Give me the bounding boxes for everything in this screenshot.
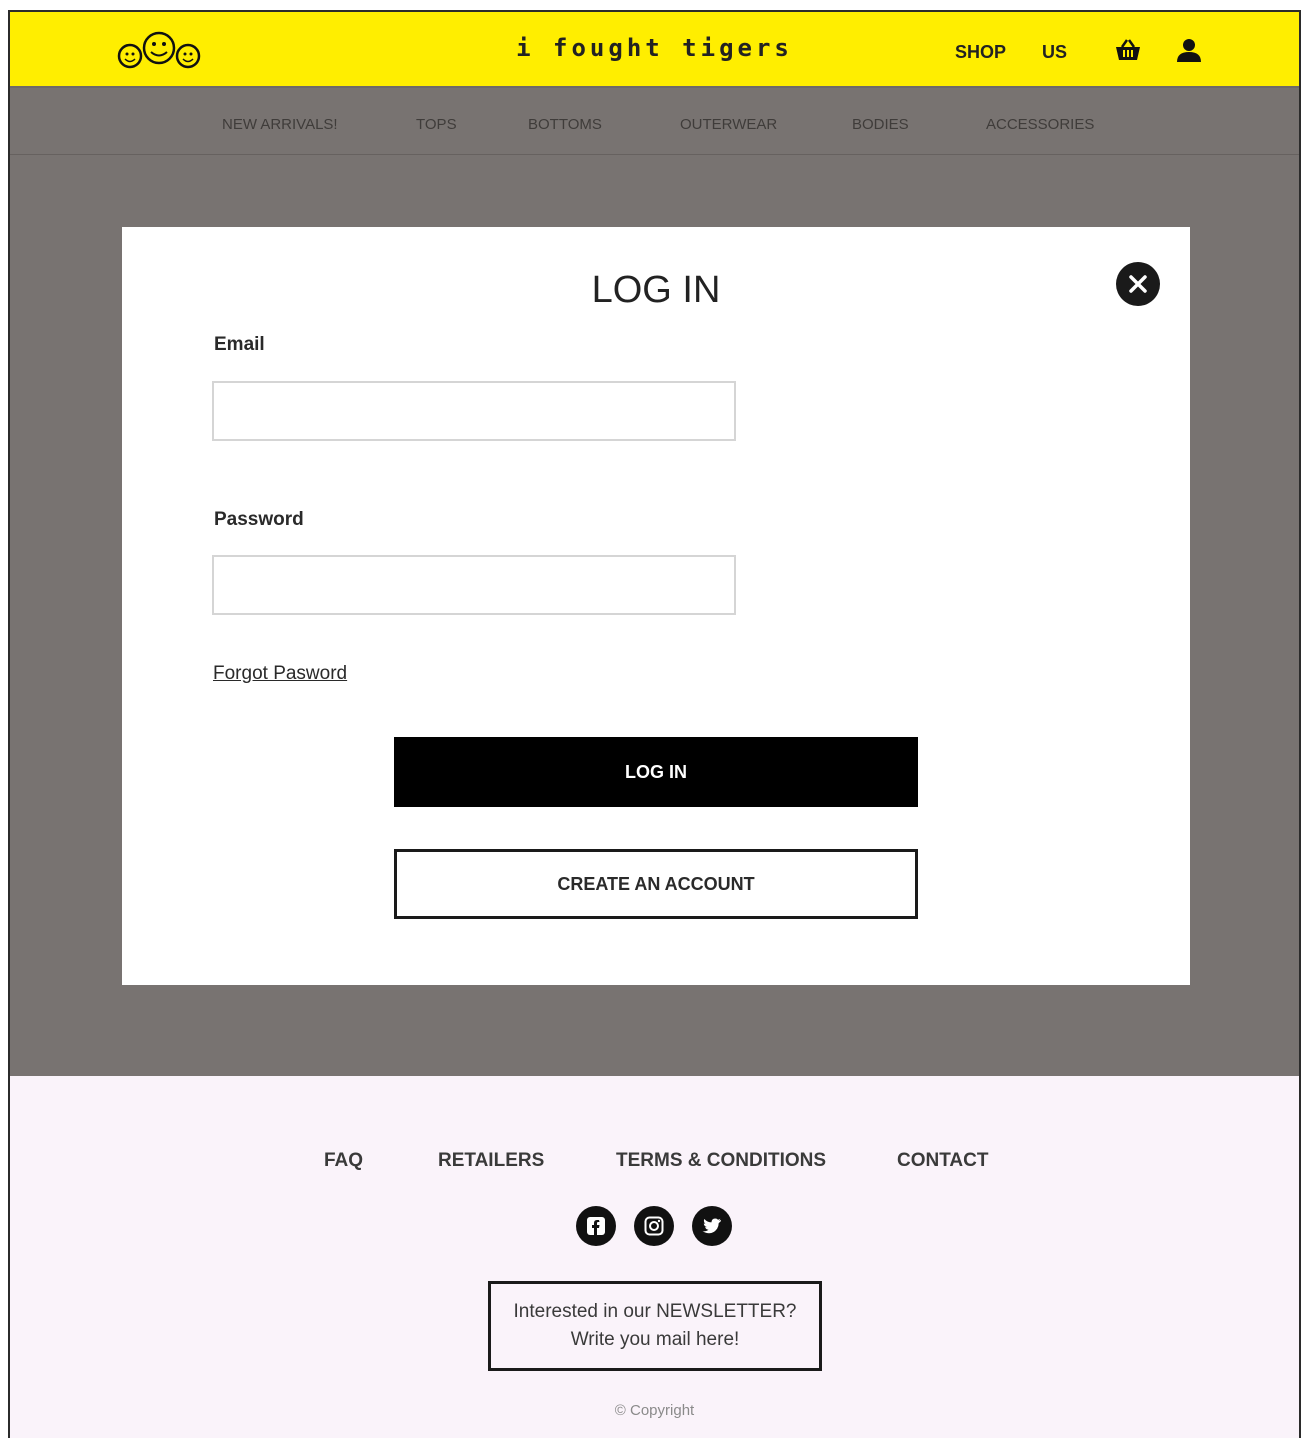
category-nav: NEW ARRIVALS! TOPS BOTTOMS OUTERWEAR BOD… xyxy=(10,88,1299,155)
footer-retailers-link[interactable]: RETAILERS xyxy=(438,1150,544,1172)
create-account-button[interactable]: CREATE AN ACCOUNT xyxy=(394,849,918,919)
basket-icon[interactable] xyxy=(1114,38,1142,62)
page-frame: i fought tigers SHOP US NEW ARRIVALS! TO… xyxy=(8,10,1301,1438)
brand-name: i fought tigers xyxy=(516,34,793,62)
category-outerwear[interactable]: OUTERWEAR xyxy=(680,116,777,133)
facebook-icon xyxy=(587,1217,605,1235)
site-footer: FAQ RETAILERS TERMS & CONDITIONS CONTACT… xyxy=(10,1076,1299,1438)
newsletter-line-1: Interested in our NEWSLETTER? xyxy=(513,1301,797,1322)
close-button[interactable] xyxy=(1116,262,1160,306)
login-modal: LOG IN Email Password Forgot Pasword LOG… xyxy=(122,227,1190,985)
category-bottoms[interactable]: BOTTOMS xyxy=(528,116,602,133)
nav-us-link[interactable]: US xyxy=(1042,42,1067,63)
login-button[interactable]: LOG IN xyxy=(394,737,918,807)
nav-shop-link[interactable]: SHOP xyxy=(955,42,1006,63)
category-bodies[interactable]: BODIES xyxy=(852,116,909,133)
password-field[interactable] xyxy=(212,555,736,615)
twitter-icon xyxy=(702,1218,721,1234)
modal-backdrop[interactable]: NEW ARRIVALS! TOPS BOTTOMS OUTERWEAR BOD… xyxy=(10,88,1299,1076)
site-header: i fought tigers SHOP US xyxy=(10,12,1299,88)
login-title: LOG IN xyxy=(591,269,721,311)
user-icon[interactable] xyxy=(1176,38,1202,62)
instagram-icon xyxy=(644,1216,664,1236)
copyright-text: © Copyright xyxy=(614,1402,695,1419)
forgot-password-link[interactable]: Forgot Pasword xyxy=(213,663,347,685)
footer-faq-link[interactable]: FAQ xyxy=(324,1150,363,1172)
category-new-arrivals[interactable]: NEW ARRIVALS! xyxy=(222,116,338,133)
instagram-button[interactable] xyxy=(634,1206,674,1246)
facebook-button[interactable] xyxy=(576,1206,616,1246)
category-accessories[interactable]: ACCESSORIES xyxy=(986,116,1094,133)
email-field[interactable] xyxy=(212,381,736,441)
email-label: Email xyxy=(214,334,265,355)
twitter-button[interactable] xyxy=(692,1206,732,1246)
close-icon xyxy=(1129,275,1147,293)
newsletter-line-2: Write you mail here! xyxy=(570,1329,740,1350)
footer-terms-link[interactable]: TERMS & CONDITIONS xyxy=(616,1150,826,1172)
newsletter-signup[interactable]: Interested in our NEWSLETTER? Write you … xyxy=(488,1281,822,1371)
footer-contact-link[interactable]: CONTACT xyxy=(897,1150,988,1172)
password-label: Password xyxy=(214,509,304,530)
category-tops[interactable]: TOPS xyxy=(416,116,457,133)
